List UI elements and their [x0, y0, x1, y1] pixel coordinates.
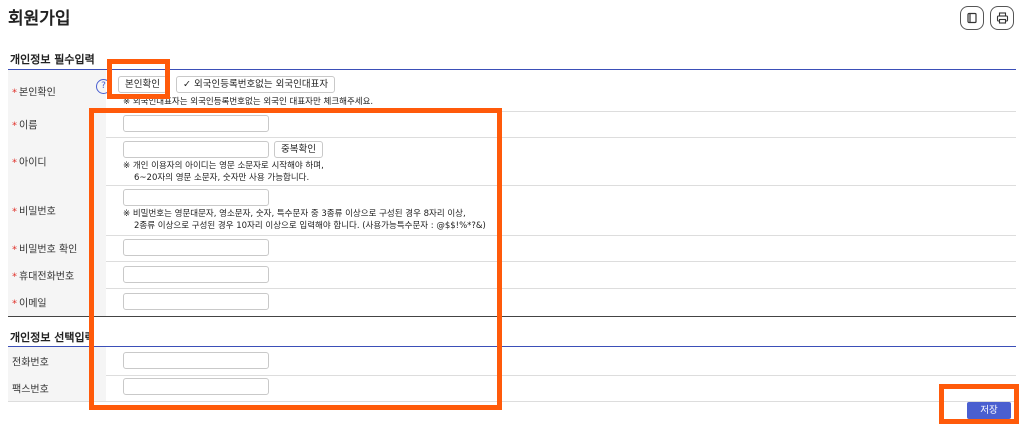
- phone-label: 전화번호: [12, 357, 49, 369]
- save-button[interactable]: 저장: [967, 402, 1011, 419]
- user-id-input[interactable]: [123, 141, 269, 158]
- identity-verify-button[interactable]: 본인확인: [118, 76, 167, 93]
- print-icon[interactable]: [990, 6, 1014, 30]
- email-label: * 이메일: [12, 298, 47, 310]
- help-icon[interactable]: ?: [96, 79, 111, 94]
- user-id-note: ※ 개인 이용자의 아이디는 영문 소문자로 시작해야 하며, 6~20자의 영…: [123, 161, 324, 183]
- form-row-password: * 비밀번호 ※ 비밀번호는 영문대문자, 영소문자, 숫자, 특수문자 중 3종…: [8, 185, 1016, 236]
- password-confirm-label: * 비밀번호 확인: [12, 244, 78, 256]
- identity-label: * 본인확인: [12, 87, 56, 98]
- required-section-title: 개인정보 필수입력: [10, 53, 95, 66]
- mobile-label: * 휴대전화번호: [12, 271, 75, 282]
- book-icon[interactable]: [960, 6, 984, 30]
- check-icon: ✓: [183, 79, 191, 90]
- form-row-name: * 이름: [8, 111, 1016, 138]
- name-input[interactable]: [123, 115, 269, 132]
- section-divider: [8, 316, 1016, 317]
- password-input[interactable]: [123, 189, 269, 206]
- password-confirm-input[interactable]: [123, 239, 269, 256]
- form-row-phone: 전화번호: [8, 347, 1016, 376]
- form-row-mobile: * 휴대전화번호: [8, 261, 1016, 289]
- header-actions: [960, 6, 1014, 30]
- password-label: * 비밀번호: [12, 206, 56, 218]
- form-row-email: * 이메일: [8, 288, 1016, 316]
- form-row-fax: 팩스번호: [8, 375, 1016, 402]
- page-title: 회원가입: [8, 9, 71, 29]
- name-label: * 이름: [12, 120, 38, 132]
- form-row-identity: * 본인확인 ? 본인확인 ✓ 외국인등록번호없는 외국인대표자 ※ 외국인대표자…: [8, 70, 1016, 112]
- fax-input[interactable]: [123, 378, 269, 395]
- mobile-input[interactable]: [123, 266, 269, 283]
- password-note: ※ 비밀번호는 영문대문자, 영소문자, 숫자, 특수문자 중 3종류 이상으로…: [123, 209, 486, 231]
- foreign-representative-toggle[interactable]: ✓ 외국인등록번호없는 외국인대표자: [176, 76, 336, 93]
- user-id-label: * 아이디: [12, 157, 47, 169]
- fax-label: 팩스번호: [12, 384, 49, 396]
- optional-section-title: 개인정보 선택입력: [10, 331, 95, 344]
- phone-input[interactable]: [123, 352, 269, 369]
- email-input[interactable]: [123, 293, 269, 310]
- form-row-user-id: * 아이디 중복확인 ※ 개인 이용자의 아이디는 영문 소문자로 시작해야 하며…: [8, 137, 1016, 186]
- form-row-password-confirm: * 비밀번호 확인: [8, 235, 1016, 262]
- identity-note: ※ 외국인대표자는 외국인등록번호없는 외국인 대표자만 체크해주세요.: [123, 97, 374, 107]
- duplicate-check-button[interactable]: 중복확인: [274, 141, 323, 158]
